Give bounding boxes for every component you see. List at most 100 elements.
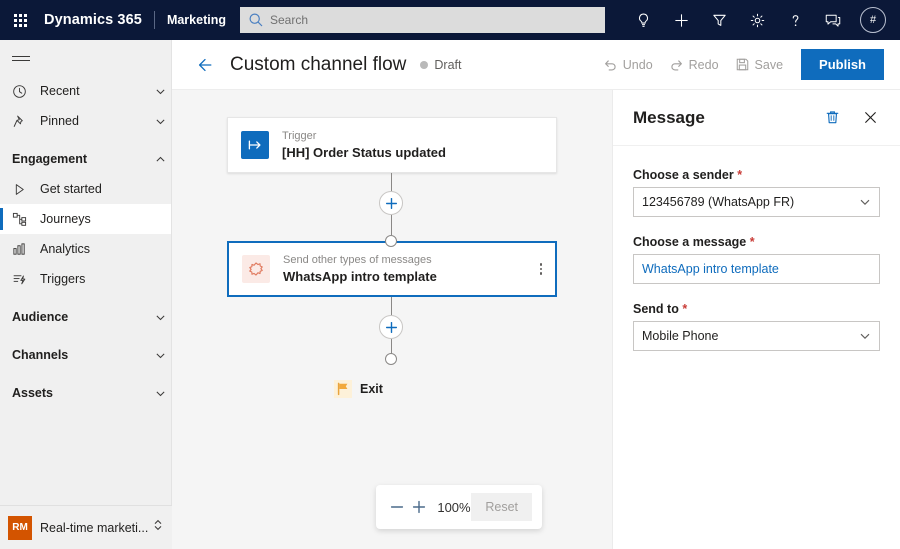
sidebar-item-label: Analytics [40, 242, 91, 256]
journey-canvas[interactable]: Trigger [HH] Order Status updated Send o… [172, 90, 612, 549]
sidebar-item-triggers[interactable]: Triggers [0, 264, 171, 294]
field-label-text: Send to [633, 302, 679, 316]
chevron-down-icon [149, 116, 171, 127]
question-icon-button[interactable] [776, 0, 814, 40]
send-to-dropdown[interactable]: Mobile Phone [633, 321, 880, 351]
choose-a-message-field[interactable]: WhatsApp intro template [633, 254, 880, 284]
plus-icon-button[interactable] [662, 0, 700, 40]
connector-line [391, 173, 392, 191]
field-label: Choose a sender * [633, 168, 880, 182]
panel-title: Message [633, 107, 705, 127]
node-text: Trigger [HH] Order Status updated [282, 129, 446, 161]
triggers-icon [12, 271, 32, 287]
feedback-icon [825, 14, 841, 27]
sidebar-group-engagement[interactable]: Engagement [0, 144, 171, 174]
trash-icon [826, 111, 838, 124]
add-step-button[interactable] [379, 315, 403, 339]
connector-line [391, 215, 392, 235]
flow-node-exit[interactable]: Exit [334, 380, 383, 398]
sidebar-group-audience[interactable]: Audience [0, 302, 171, 332]
required-marker: * [737, 168, 743, 182]
app-launcher-button[interactable] [0, 0, 40, 40]
lightbulb-icon-button[interactable] [624, 0, 662, 40]
field-choose-a-sender: Choose a sender * 123456789 (WhatsApp FR… [633, 168, 880, 217]
sidebar-group-assets[interactable]: Assets [0, 378, 171, 408]
chevron-up-icon [149, 154, 171, 165]
chevron-down-icon [149, 388, 171, 399]
choose-a-sender-dropdown[interactable]: 123456789 (WhatsApp FR) [633, 187, 880, 217]
sidebar-item-recent[interactable]: Recent [0, 76, 171, 106]
app-name-label[interactable]: Marketing [167, 13, 226, 27]
flow-node-trigger[interactable]: Trigger [HH] Order Status updated [227, 117, 557, 173]
sidebar-group-channels[interactable]: Channels [0, 340, 171, 370]
sidebar-item-get-started[interactable]: Get started [0, 174, 171, 204]
chevron-down-icon [149, 312, 171, 323]
flow-node-message[interactable]: Send other types of messages WhatsApp in… [227, 241, 557, 297]
filter-icon-button[interactable] [700, 0, 738, 40]
question-icon [792, 14, 798, 26]
gear-icon [750, 13, 764, 27]
save-label: Save [754, 57, 784, 72]
plus-icon [385, 321, 397, 333]
search-placeholder: Search [269, 13, 309, 27]
brand-title[interactable]: Dynamics 365 [40, 12, 142, 28]
field-label: Choose a message * [633, 235, 880, 249]
node-more-menu-button[interactable] [539, 263, 542, 275]
user-avatar-button[interactable]: # [852, 0, 894, 40]
sidebar-toggle-button[interactable] [0, 40, 171, 76]
chevron-updown-icon [152, 518, 164, 537]
top-navigation-bar: Dynamics 365 Marketing Search # [0, 0, 900, 40]
field-label: Send to * [633, 302, 880, 316]
search-input[interactable]: Search [239, 7, 605, 33]
redo-label: Redo [688, 57, 719, 72]
app-area-badge: RM [8, 515, 32, 540]
hamburger-icon [12, 53, 30, 64]
undo-button[interactable]: Undo [595, 49, 661, 81]
panel-header: Message [613, 90, 900, 146]
zoom-level-label: 100% [437, 499, 471, 515]
close-button[interactable] [856, 104, 884, 132]
zoom-out-button[interactable] [386, 493, 408, 521]
exit-label: Exit [360, 382, 383, 396]
journeys-icon [12, 211, 32, 227]
feedback-icon-button[interactable] [814, 0, 852, 40]
zoom-reset-button[interactable]: Reset [471, 493, 532, 521]
waffle-icon [13, 13, 27, 27]
gear-icon-button[interactable] [738, 0, 776, 40]
save-button[interactable]: Save [727, 49, 792, 81]
selected-value: 123456789 (WhatsApp FR) [642, 195, 795, 209]
back-button[interactable] [188, 48, 222, 82]
app-area-switcher[interactable]: RM Real-time marketi... [0, 505, 172, 549]
app-area-label: Real-time marketi... [40, 520, 149, 535]
status-dot-icon [420, 60, 429, 69]
flow-diagram: Trigger [HH] Order Status updated Send o… [172, 90, 612, 549]
zoom-in-button[interactable] [408, 493, 430, 521]
custom-channel-icon [242, 255, 270, 283]
node-kicker: Send other types of messages [283, 254, 432, 266]
arrow-left-icon [198, 58, 212, 71]
connector-line [391, 297, 392, 315]
undo-label: Undo [622, 57, 653, 72]
sidebar-item-label: Get started [40, 182, 102, 196]
field-label-text: Choose a sender [633, 168, 734, 182]
sidebar-item-journeys[interactable]: Journeys [0, 204, 171, 234]
redo-button[interactable]: Redo [661, 49, 727, 81]
sidebar-group-label: Audience [12, 310, 69, 324]
command-bar-actions: Undo Redo Save Publish [595, 49, 900, 81]
panel-header-actions [818, 104, 884, 132]
sidebar-item-pinned[interactable]: Pinned [0, 106, 171, 136]
publish-button[interactable]: Publish [801, 49, 884, 80]
redo-icon [669, 57, 684, 72]
sidebar: Recent Pinned Engagement Get started Jou… [0, 40, 172, 549]
node-title: [HH] Order Status updated [282, 145, 446, 160]
sidebar-group-label: Channels [12, 348, 69, 362]
delete-button[interactable] [818, 104, 846, 132]
status-badge: Draft [420, 58, 461, 72]
node-text: Send other types of messages WhatsApp in… [283, 253, 437, 285]
add-step-button[interactable] [379, 191, 403, 215]
sidebar-item-analytics[interactable]: Analytics [0, 234, 171, 264]
undo-icon [603, 57, 618, 72]
